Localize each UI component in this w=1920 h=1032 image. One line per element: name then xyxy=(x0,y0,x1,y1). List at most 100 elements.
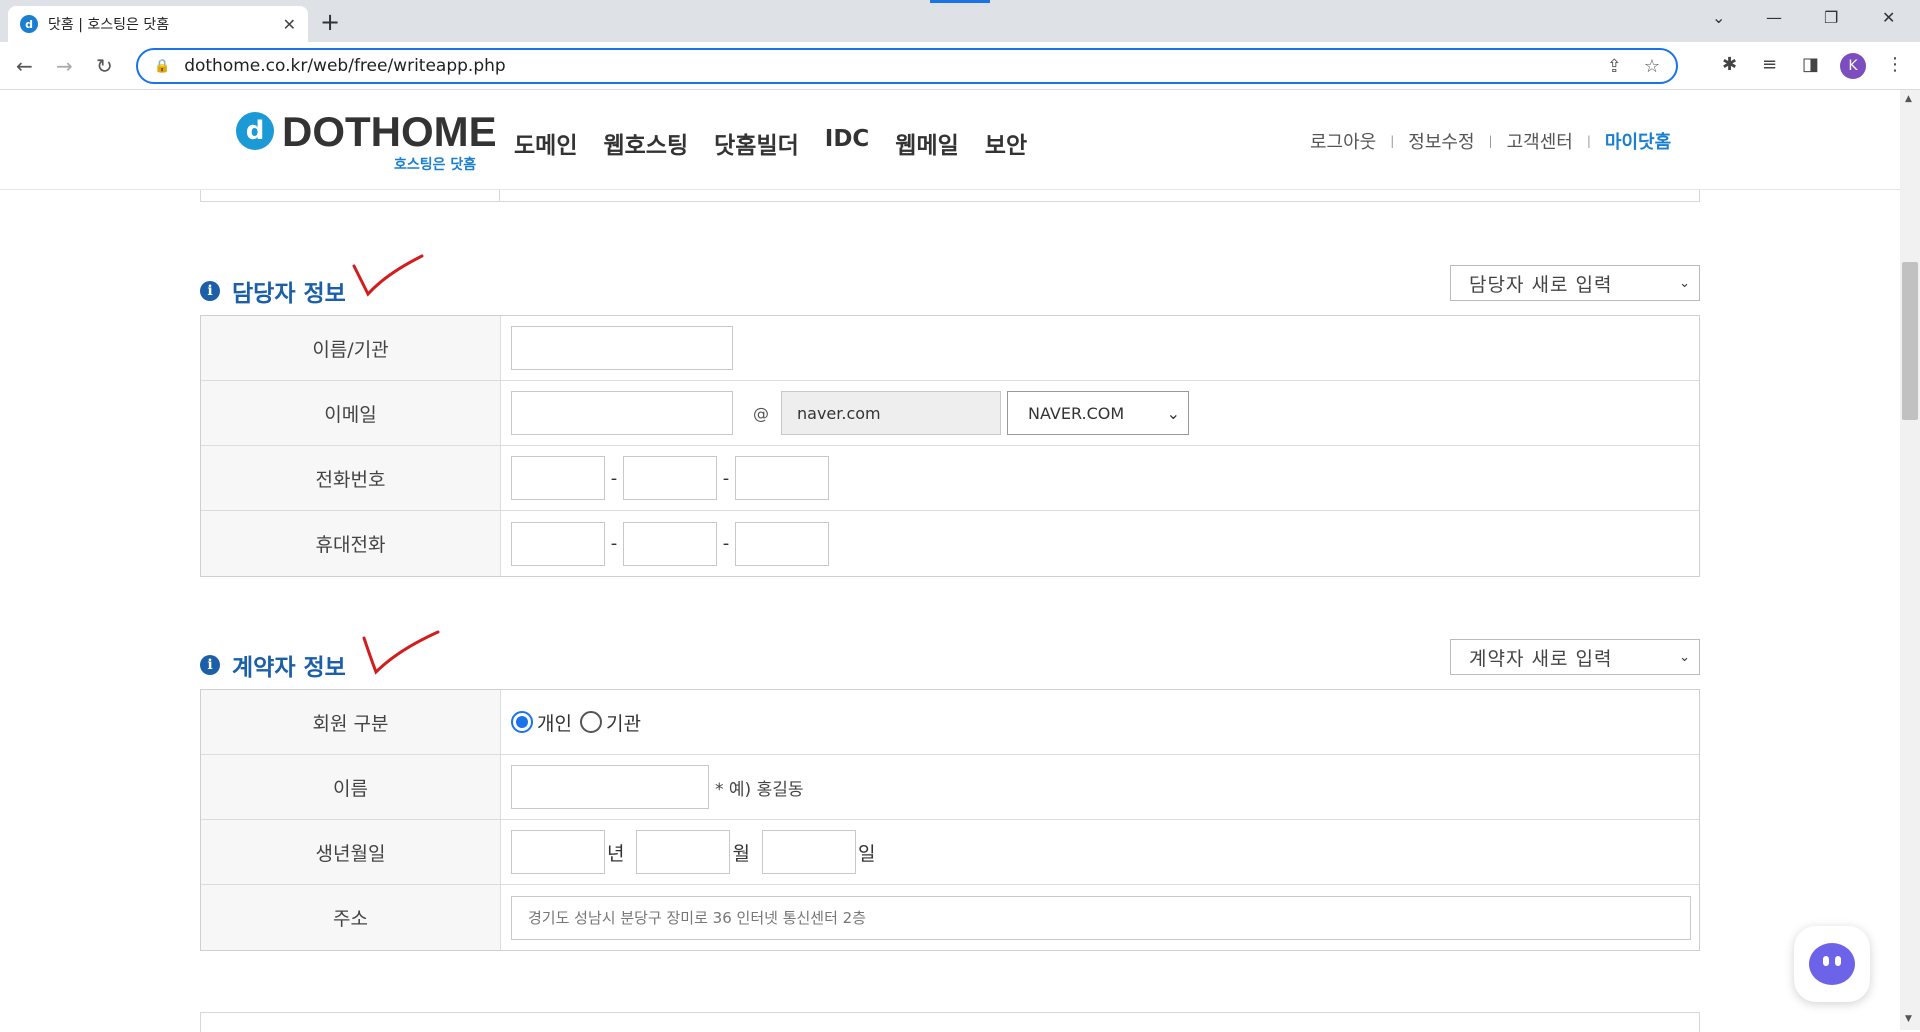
manager-title-text: 담당자 정보 xyxy=(232,281,346,307)
address-bar[interactable]: 🔒 dothome.co.kr/web/free/writeapp.php ⇪ … xyxy=(136,48,1678,84)
manager-name-input[interactable] xyxy=(511,326,733,370)
tab-search-chevron-icon[interactable]: ⌄ xyxy=(1712,8,1725,27)
side-panel-icon[interactable]: ◨ xyxy=(1802,54,1819,75)
close-tab-icon[interactable]: ✕ xyxy=(283,15,296,34)
tab-indicator xyxy=(930,0,990,3)
mobile-part1-input[interactable] xyxy=(511,521,605,566)
profile-avatar[interactable]: K xyxy=(1840,53,1866,79)
url-text[interactable]: dothome.co.kr/web/free/writeapp.php xyxy=(184,56,1585,76)
day-unit: 일 xyxy=(857,842,876,865)
scrollbar-thumb[interactable] xyxy=(1902,262,1918,420)
minimize-icon[interactable]: — xyxy=(1766,8,1782,27)
dothome-favicon-icon: d xyxy=(20,15,38,33)
nav-domain[interactable]: 도메인 xyxy=(514,126,577,160)
manager-preset-select[interactable]: 담당자 새로 입력 ⌄ xyxy=(1450,265,1700,301)
chat-support-button[interactable] xyxy=(1794,926,1870,1002)
back-icon[interactable]: ← xyxy=(16,54,33,78)
chatbot-face-icon xyxy=(1809,943,1855,985)
month-unit: 월 xyxy=(732,842,750,865)
phone-part3-input[interactable] xyxy=(735,456,829,500)
nav-idc[interactable]: IDC xyxy=(825,126,870,160)
dash: - xyxy=(610,533,618,554)
manager-form-table: 이름/기관 이메일 @ naver.com NAVER.COM ⌄ 전화번호 -… xyxy=(200,315,1700,577)
dothome-logo[interactable]: d DOTHOME 호스팅은 닷홈 xyxy=(236,111,497,173)
contractor-name-input[interactable] xyxy=(511,765,709,809)
organization-radio[interactable] xyxy=(579,711,602,733)
new-tab-icon[interactable]: + xyxy=(320,8,340,36)
email-domain-select-value: NAVER.COM xyxy=(1028,403,1125,423)
organization-label[interactable]: 기관 xyxy=(606,709,641,736)
birth-year-input[interactable] xyxy=(511,830,605,874)
nav-builder[interactable]: 닷홈빌더 xyxy=(714,126,799,160)
email-label: 이메일 xyxy=(201,381,501,445)
scroll-down-arrow-icon[interactable]: ▼ xyxy=(1905,1014,1912,1024)
birth-day-input[interactable] xyxy=(761,830,856,874)
nav-security[interactable]: 보안 xyxy=(985,126,1027,160)
nav-webmail[interactable]: 웹메일 xyxy=(895,126,958,160)
extensions-puzzle-icon[interactable]: ✱ xyxy=(1722,54,1737,75)
utility-links: 로그아웃 | 정보수정 | 고객센터 | 마이닷홈 xyxy=(1310,128,1671,154)
mobile-part2-input[interactable] xyxy=(623,521,717,566)
year-unit: 년 xyxy=(607,842,625,865)
chevron-down-icon: ⌄ xyxy=(1679,275,1691,291)
browser-tab[interactable]: d 닷홈 | 호스팅은 닷홈 ✕ xyxy=(8,6,308,42)
chevron-down-icon: ⌄ xyxy=(1166,403,1180,423)
logo-slogan: 호스팅은 닷홈 xyxy=(394,157,477,173)
email-domain-select[interactable]: NAVER.COM ⌄ xyxy=(1007,391,1189,435)
member-type-label: 회원 구분 xyxy=(201,690,501,754)
nav-webhosting[interactable]: 웹호스팅 xyxy=(603,126,688,160)
util-separator: | xyxy=(1488,134,1493,148)
restore-window-icon[interactable]: ❐ xyxy=(1824,8,1838,27)
customer-center-link[interactable]: 고객센터 xyxy=(1507,128,1573,154)
util-separator: | xyxy=(1390,134,1395,148)
browser-tab-bar: d 닷홈 | 호스팅은 닷홈 ✕ + ⌄ — ❐ ✕ xyxy=(0,0,1920,42)
lock-icon[interactable]: 🔒 xyxy=(154,59,170,74)
table-row: 주소 경기도 성남시 분당구 장미로 36 인터넷 통신센터 2층 xyxy=(201,885,1699,950)
logout-link[interactable]: 로그아웃 xyxy=(1310,128,1376,154)
chevron-down-icon: ⌄ xyxy=(1679,649,1691,665)
individual-label[interactable]: 개인 xyxy=(537,709,572,736)
birth-label: 생년월일 xyxy=(201,820,501,884)
contractor-preset-value: 계약자 새로 입력 xyxy=(1469,647,1613,670)
email-id-input[interactable] xyxy=(511,391,733,435)
info-icon: i xyxy=(200,655,220,675)
contractor-preset-select[interactable]: 계약자 새로 입력 ⌄ xyxy=(1450,639,1700,675)
util-separator: | xyxy=(1586,134,1591,148)
forward-icon[interactable]: → xyxy=(56,54,73,78)
phone-part1-input[interactable] xyxy=(511,456,605,500)
table-row: 이름/기관 xyxy=(201,316,1699,381)
table-row: 이메일 @ naver.com NAVER.COM ⌄ xyxy=(201,381,1699,446)
phone-part2-input[interactable] xyxy=(623,456,717,500)
checkmark-annotation-icon xyxy=(352,254,424,297)
individual-radio[interactable] xyxy=(511,711,533,733)
close-window-icon[interactable]: ✕ xyxy=(1882,8,1895,27)
media-queue-icon[interactable]: ≡ xyxy=(1762,54,1777,75)
dash: - xyxy=(722,467,730,489)
table-row: 휴대전화 - - xyxy=(201,511,1699,576)
main-nav: 도메인 웹호스팅 닷홈빌더 IDC 웹메일 보안 xyxy=(514,126,1027,160)
scroll-up-arrow-icon[interactable]: ▲ xyxy=(1905,94,1912,104)
reload-icon[interactable]: ↻ xyxy=(96,54,113,78)
bookmark-star-icon[interactable]: ☆ xyxy=(1644,56,1660,77)
email-domain-input[interactable]: naver.com xyxy=(781,391,1001,435)
more-menu-icon[interactable]: ⋮ xyxy=(1886,54,1904,75)
table-row: 회원 구분 개인 기관 xyxy=(201,690,1699,755)
info-icon: i xyxy=(200,281,220,301)
table-row: 생년월일 년 월 일 xyxy=(201,820,1699,885)
phone-label: 전화번호 xyxy=(201,446,501,510)
tab-title: 닷홈 | 호스팅은 닷홈 xyxy=(48,17,170,33)
contractor-section-title: i 계약자 정보 xyxy=(200,648,346,682)
birth-month-input[interactable] xyxy=(636,830,731,874)
my-dothome-link[interactable]: 마이닷홈 xyxy=(1605,128,1671,154)
page-scrollbar[interactable] xyxy=(1900,90,1920,1030)
dash: - xyxy=(610,467,618,489)
mobile-part3-input[interactable] xyxy=(735,521,829,566)
share-icon[interactable]: ⇪ xyxy=(1607,56,1622,77)
table-row: 이름 * 예) 홍길동 xyxy=(201,755,1699,820)
contractor-form-table: 회원 구분 개인 기관 이름 * 예) 홍길동 생년월일 년 월 일 주소 경기… xyxy=(200,689,1700,951)
edit-info-link[interactable]: 정보수정 xyxy=(1408,128,1474,154)
manager-section-title: i 담당자 정보 xyxy=(200,274,346,308)
browser-toolbar: ← → ↻ 🔒 dothome.co.kr/web/free/writeapp.… xyxy=(0,42,1920,90)
table-row: 전화번호 - - xyxy=(201,446,1699,511)
address-input[interactable]: 경기도 성남시 분당구 장미로 36 인터넷 통신센터 2층 xyxy=(511,895,1691,940)
